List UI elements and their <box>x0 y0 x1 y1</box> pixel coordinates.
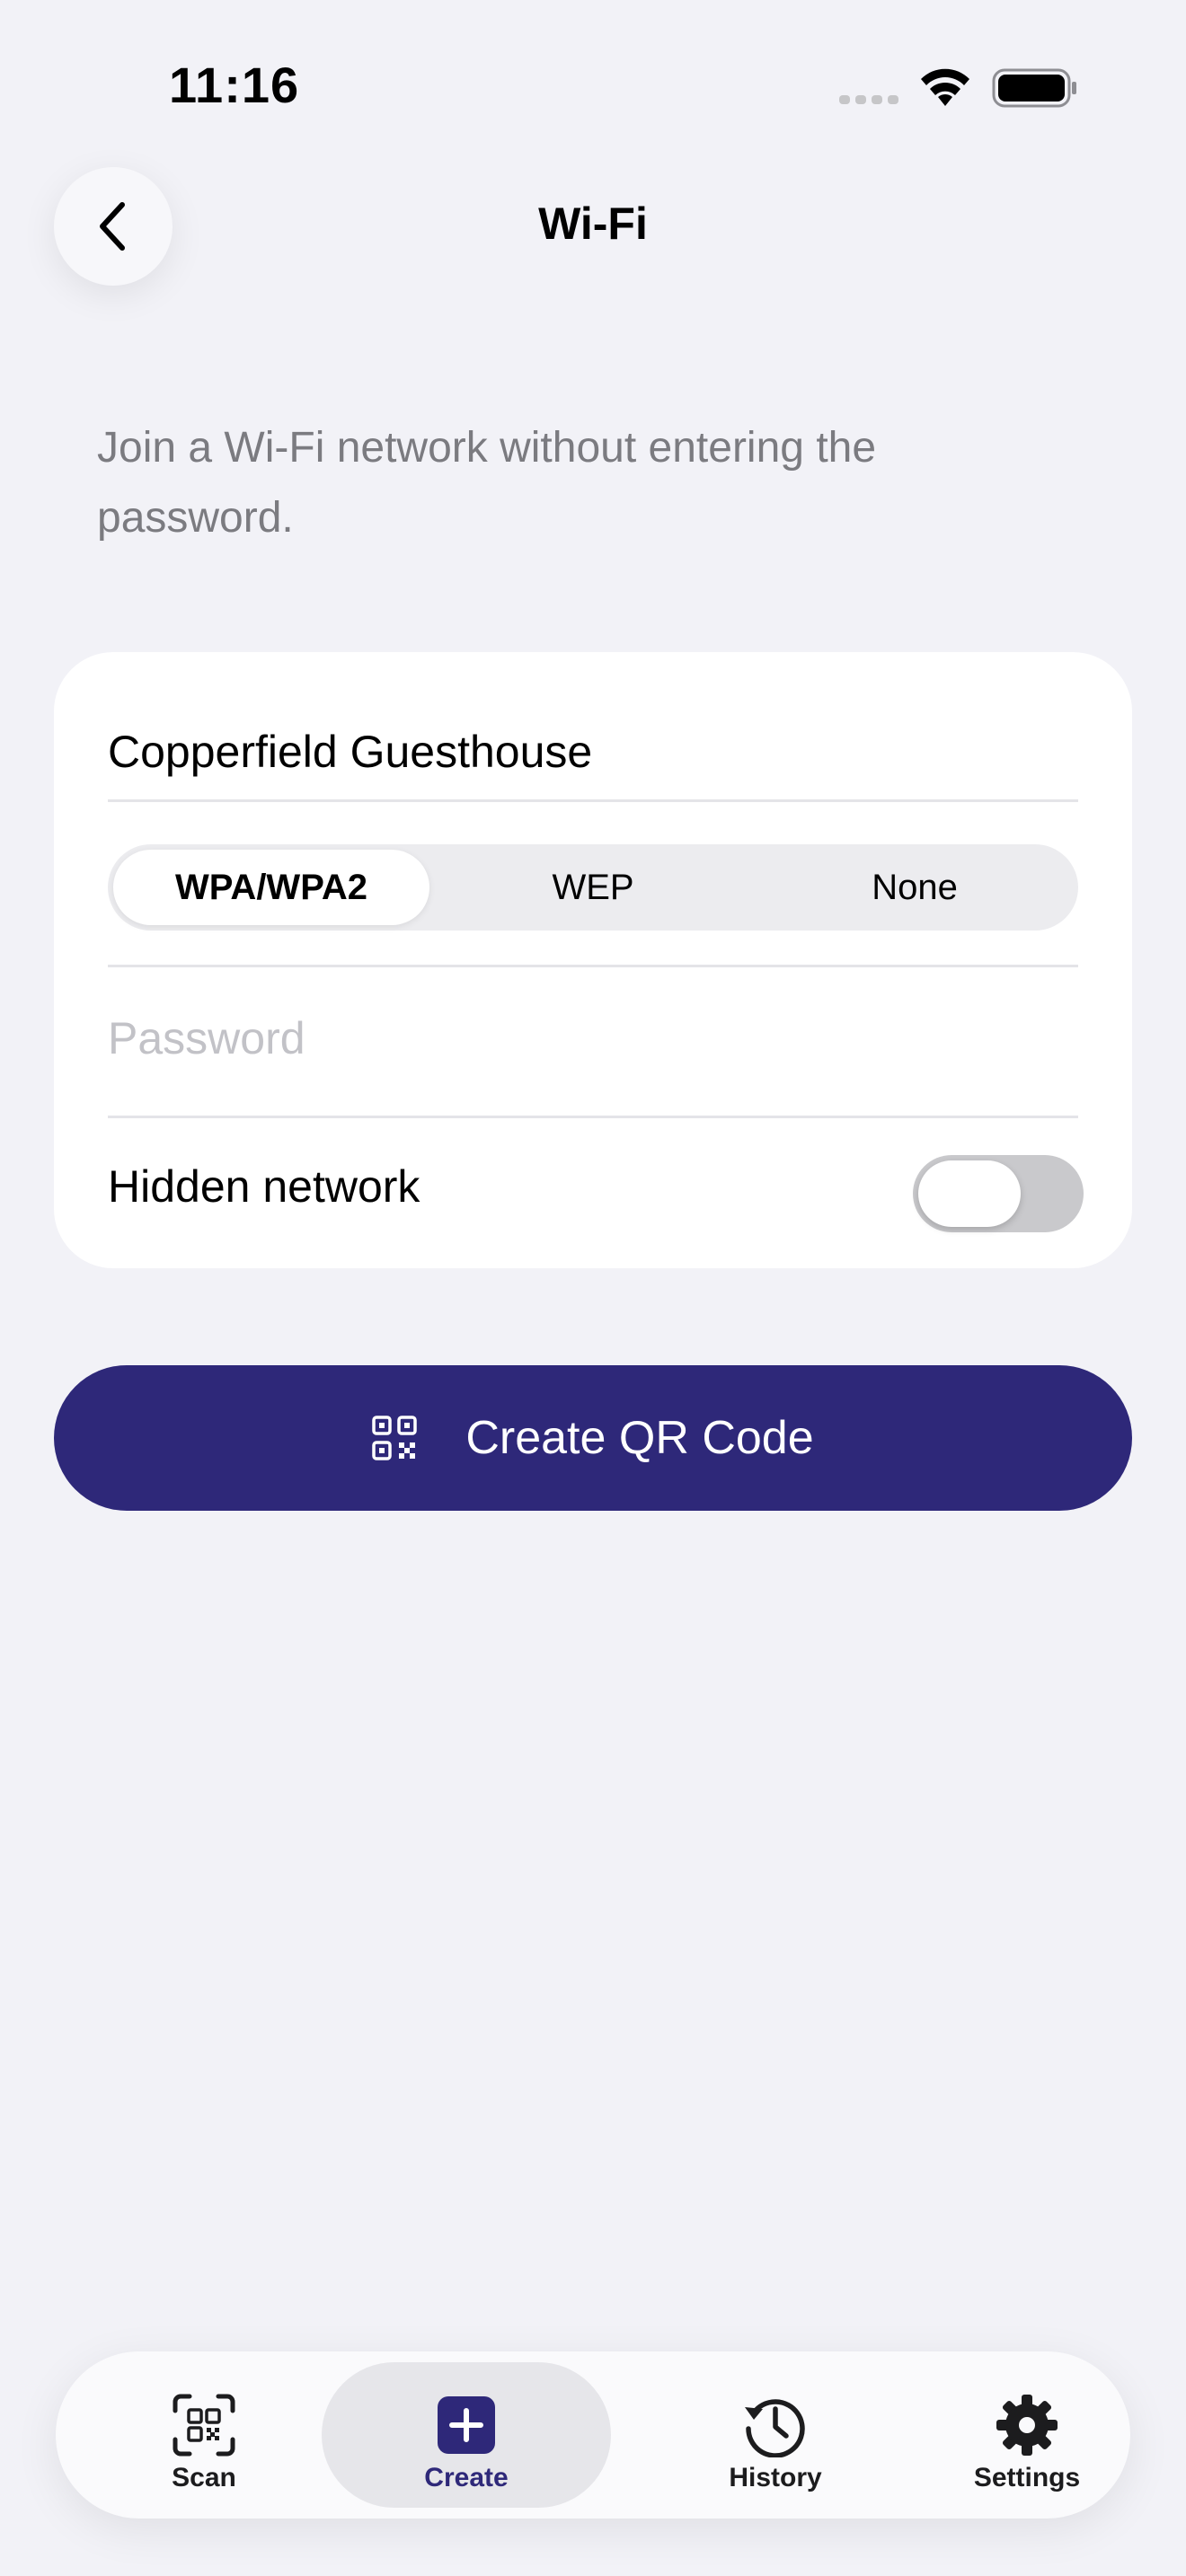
description-text: Join a Wi-Fi network without entering th… <box>97 424 877 542</box>
qr-code-icon <box>372 1416 418 1460</box>
wifi-form-card: WPA/WPA2 WEP None Hidden network <box>54 652 1132 1268</box>
page-title: Wi-Fi <box>538 198 648 249</box>
tab-scan[interactable]: Scan <box>83 2362 325 2508</box>
wifi-icon <box>921 68 969 106</box>
status-bar: 11:16 <box>0 0 1186 180</box>
battery-icon <box>992 68 1076 108</box>
divider <box>108 1116 1078 1118</box>
divider <box>108 965 1078 967</box>
tab-history[interactable]: History <box>654 2362 897 2508</box>
tab-settings[interactable]: Settings <box>906 2362 1148 2508</box>
status-time: 11:16 <box>169 57 300 113</box>
divider <box>108 799 1078 802</box>
tab-create-label: Create <box>424 2463 509 2492</box>
tab-settings-label: Settings <box>973 2463 1081 2492</box>
plus-square-icon <box>438 2396 495 2454</box>
hidden-network-toggle[interactable] <box>913 1155 1084 1232</box>
gear-icon <box>996 2395 1058 2456</box>
segment-none[interactable]: None <box>757 850 1073 925</box>
tab-history-label: History <box>729 2463 822 2492</box>
segment-wpa-wpa2[interactable]: WPA/WPA2 <box>113 850 429 925</box>
tab-create[interactable]: Create <box>322 2362 611 2508</box>
tab-bar: Scan Create History Settings <box>56 2351 1130 2519</box>
security-segmented-control: WPA/WPA2 WEP None <box>108 844 1078 931</box>
create-qr-code-label: Create QR Code <box>465 1412 814 1464</box>
scan-qr-icon <box>173 2394 235 2457</box>
network-name-field[interactable] <box>108 702 1078 801</box>
segment-wep[interactable]: WEP <box>435 850 751 925</box>
hidden-network-label: Hidden network <box>108 1161 420 1212</box>
status-icons <box>836 63 1087 113</box>
toggle-knob <box>918 1160 1021 1227</box>
create-qr-code-button[interactable]: Create QR Code <box>54 1365 1132 1511</box>
history-icon <box>745 2399 805 2457</box>
tab-scan-label: Scan <box>172 2463 236 2492</box>
password-field[interactable] <box>108 993 1078 1083</box>
cellular-signal-icon <box>839 95 898 104</box>
